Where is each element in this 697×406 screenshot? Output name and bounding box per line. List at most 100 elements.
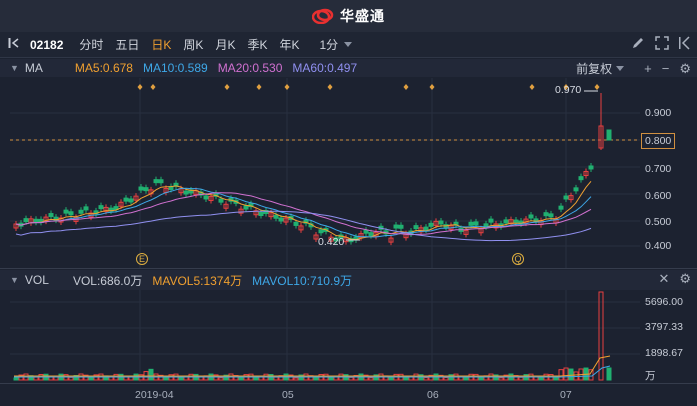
sidebar-toggle-icon[interactable]	[4, 37, 24, 52]
candle-body	[588, 165, 594, 170]
period-dropdown[interactable]: 1分	[305, 36, 353, 53]
volume-chart[interactable]	[0, 290, 697, 382]
close-volume-icon[interactable]: ✕	[658, 271, 669, 287]
ma-line	[15, 180, 592, 241]
adjust-dropdown[interactable]: 前复权	[576, 60, 634, 77]
tab-quarterly-k[interactable]: 季K	[241, 36, 273, 53]
price-tick-current: 0.800	[641, 133, 676, 149]
event-diamond-icon[interactable]	[150, 84, 156, 90]
event-diamond-icon[interactable]	[529, 84, 535, 90]
vol-value: VOL:686.0万	[72, 273, 143, 288]
candle-body	[293, 221, 299, 226]
candle-body	[363, 229, 369, 234]
candle-body	[398, 224, 404, 229]
date-tick-2019-04: 2019-04	[135, 389, 174, 401]
pencil-icon[interactable]	[631, 36, 645, 50]
candle-body	[503, 219, 509, 224]
volume-tick-3797: 3797.33	[645, 321, 683, 333]
candle-body	[368, 232, 374, 237]
adjust-value: 前复权	[576, 62, 613, 76]
candle-body	[573, 187, 579, 192]
date-axis-line	[0, 383, 697, 384]
mavol10-value: MAVOL10:710.9万	[252, 273, 352, 288]
minus-icon[interactable]: −	[662, 61, 670, 76]
candle-body	[123, 197, 129, 202]
price-tick-0700: 0.700	[645, 163, 672, 175]
event-diamond-icon[interactable]	[256, 84, 262, 90]
add-icon[interactable]: +	[644, 61, 652, 76]
candle-body	[183, 190, 189, 195]
volume-unit: 万	[645, 370, 656, 382]
candle-body	[158, 179, 164, 184]
candle-body	[548, 213, 554, 218]
candle-body	[138, 186, 144, 191]
volume-bar	[313, 376, 319, 381]
event-diamond-icon[interactable]	[403, 84, 409, 90]
volume-bar	[606, 367, 612, 381]
event-marker-q[interactable]: Q	[512, 253, 524, 265]
tab-daily-k[interactable]: 日K	[145, 36, 177, 53]
volume-tick-5696: 5696.00	[645, 296, 683, 308]
volume-bar	[598, 291, 604, 381]
volume-settings-gear-icon[interactable]: ⚙	[679, 271, 691, 287]
chart-toolbar: 02182 分时 五日 日K 周K 月K 季K 年K 1分	[0, 32, 697, 58]
candle-body	[438, 220, 444, 225]
collapse-ma-icon[interactable]: ▼	[0, 63, 25, 73]
candle-body	[153, 179, 159, 184]
candle-body	[423, 226, 429, 231]
volume-bar	[423, 377, 429, 381]
volume-bar	[588, 369, 594, 381]
volume-bar	[68, 376, 74, 381]
candle-body	[318, 229, 324, 234]
event-diamond-icon[interactable]	[284, 84, 290, 90]
candle-body	[143, 187, 149, 192]
settings-gear-icon[interactable]: ⚙	[679, 61, 691, 77]
low-price-annotation: 0.420	[318, 236, 345, 248]
candle-body	[128, 198, 134, 203]
candle-body	[83, 206, 89, 211]
candle-body	[33, 218, 39, 223]
mavol5-line	[14, 355, 611, 377]
candle-body	[278, 217, 284, 222]
tab-intraday[interactable]: 分时	[73, 36, 109, 53]
event-diamond-icon[interactable]	[224, 84, 230, 90]
price-tick-0400: 0.400	[645, 240, 672, 252]
volume-indicator-bar: ▼ VOL VOL:686.0万 MAVOL5:1374万 MAVOL10:71…	[0, 270, 697, 290]
volume-bar	[218, 377, 224, 381]
candle-body	[218, 198, 224, 203]
event-diamond-icon[interactable]	[137, 84, 143, 90]
sidebar-panel-icon[interactable]	[679, 36, 691, 50]
candle-body	[243, 205, 249, 210]
candle-body	[203, 195, 209, 200]
candle-body	[513, 219, 519, 224]
fullscreen-icon[interactable]	[655, 36, 669, 50]
volume-bar	[13, 377, 19, 381]
price-tick-0500: 0.500	[645, 216, 672, 228]
candle-body	[413, 225, 419, 230]
candle-body	[558, 205, 564, 210]
candle-body	[68, 211, 74, 216]
event-diamond-icon[interactable]	[594, 84, 600, 90]
event-marker-e[interactable]: E	[136, 253, 148, 265]
tab-monthly-k[interactable]: 月K	[209, 36, 241, 53]
tab-weekly-k[interactable]: 周K	[177, 36, 209, 53]
candle-body	[273, 214, 279, 219]
tab-five-day[interactable]: 五日	[109, 36, 145, 53]
tab-yearly-k[interactable]: 年K	[273, 36, 305, 53]
price-tick-0600: 0.600	[645, 190, 672, 202]
collapse-vol-icon[interactable]: ▼	[0, 275, 25, 285]
volume-bar	[368, 377, 374, 381]
vol-name: VOL	[24, 273, 49, 287]
volume-bar	[273, 376, 279, 381]
pane-separator	[0, 268, 697, 269]
candle-body	[578, 176, 584, 181]
price-chart[interactable]	[0, 78, 697, 268]
high-price-annotation: 0.970	[555, 84, 582, 96]
ma20-value: MA20:0.530	[217, 61, 283, 75]
event-diamond-icon[interactable]	[429, 84, 435, 90]
volume-bar	[558, 369, 564, 381]
candle-body	[428, 222, 434, 227]
event-diamond-icon[interactable]	[327, 84, 333, 90]
brand-logo-icon	[312, 8, 334, 24]
volume-bar	[443, 377, 449, 381]
